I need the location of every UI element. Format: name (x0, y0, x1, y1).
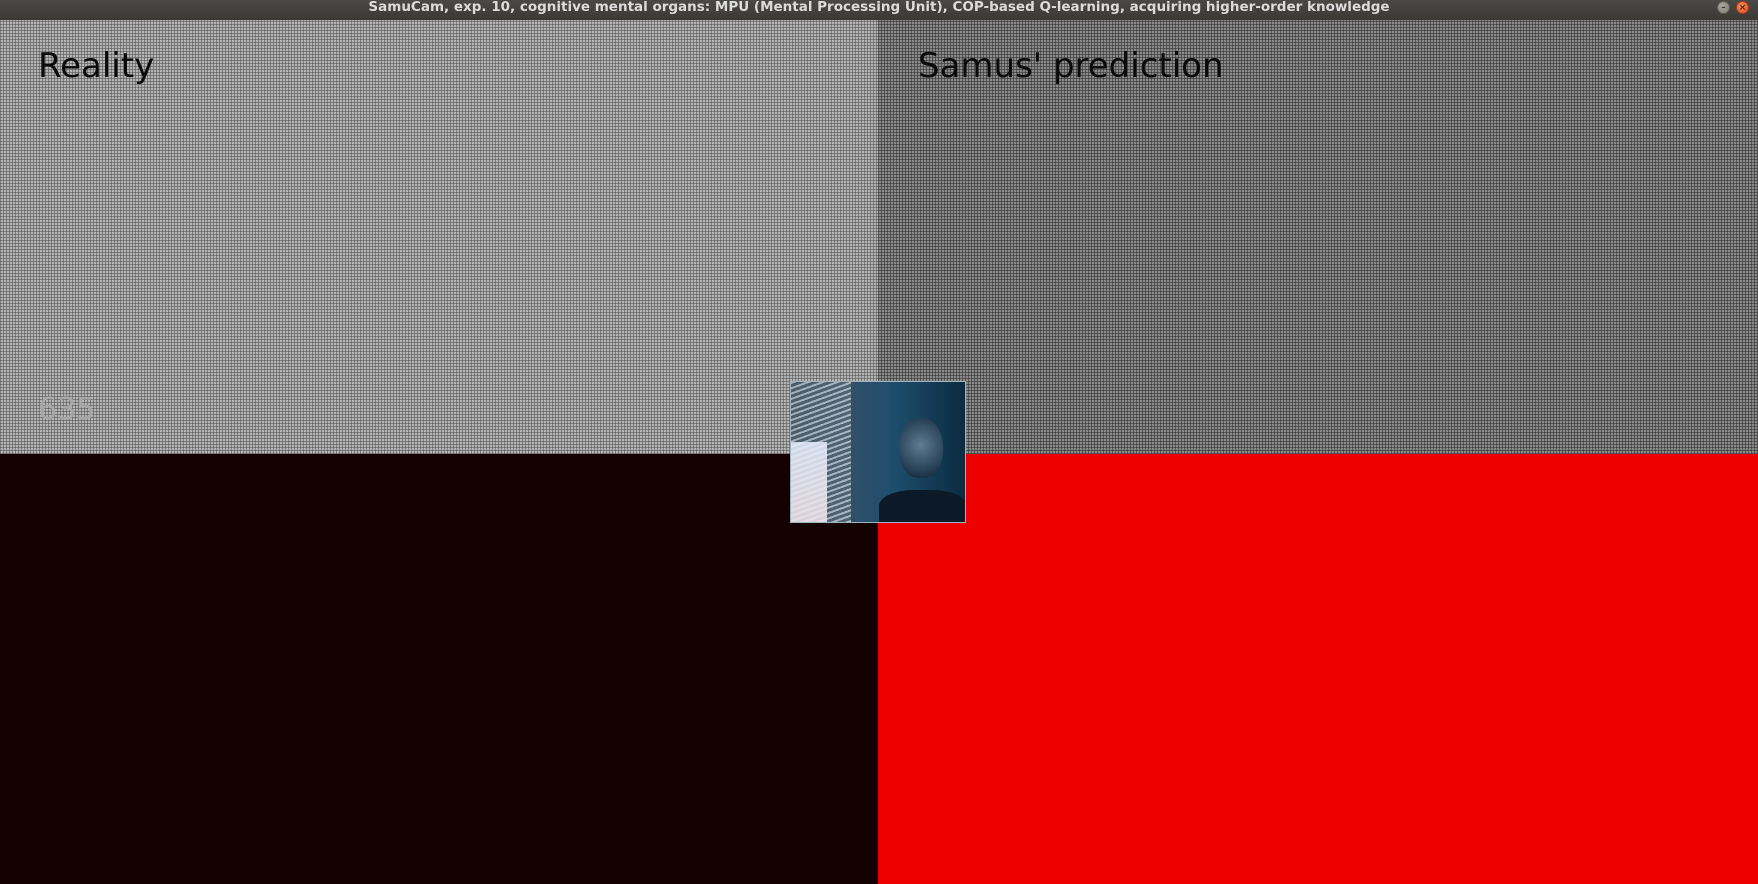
close-icon[interactable]: × (1736, 1, 1749, 14)
prediction-label: Samus' prediction (918, 46, 1224, 86)
reality-label: Reality (38, 46, 155, 86)
reality-color-panel (0, 454, 878, 884)
camera-view: Reality Samus' prediction 635 (0, 20, 1758, 884)
minimize-icon[interactable]: – (1717, 1, 1730, 14)
prediction-color-panel (878, 454, 1758, 884)
window-light (791, 442, 827, 522)
person-body (879, 490, 965, 522)
samucam-window: SamuCam, exp. 10, cognitive mental organ… (0, 0, 1758, 884)
frame-counter: 635 (38, 392, 96, 427)
title-bar[interactable]: SamuCam, exp. 10, cognitive mental organ… (0, 0, 1758, 20)
webcam-thumbnail (790, 381, 966, 523)
person-head (899, 418, 943, 478)
window-title: SamuCam, exp. 10, cognitive mental organ… (368, 0, 1390, 15)
